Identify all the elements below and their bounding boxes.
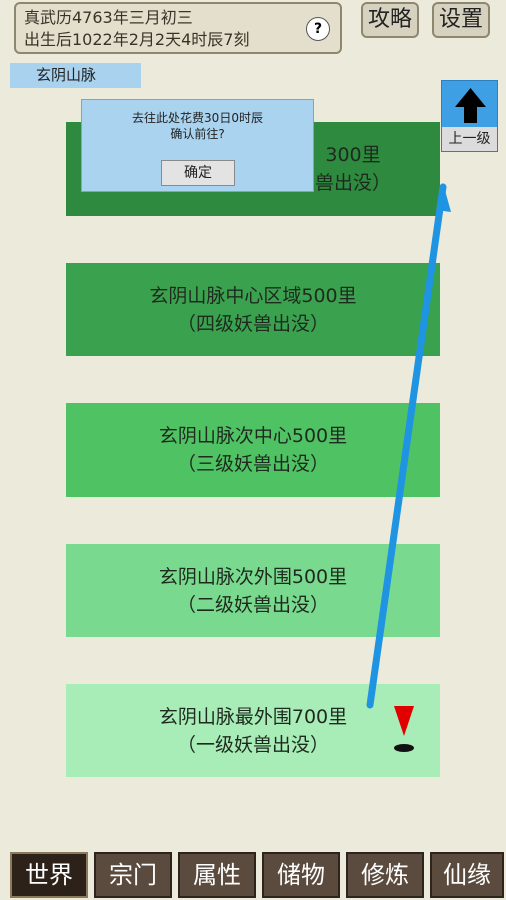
location-marker-icon: [394, 706, 414, 752]
travel-confirm-dialog: 去往此处花费30日0时辰 确认前往? 确定: [81, 99, 314, 192]
arrow-up-icon: [455, 88, 486, 123]
region-desc: （一级妖兽出没）: [176, 733, 329, 756]
confirm-button[interactable]: 确定: [161, 160, 235, 186]
nav-storage[interactable]: 储物: [262, 852, 340, 898]
region-card-center[interactable]: 玄阴山脉中心区域500里 （四级妖兽出没）: [66, 263, 440, 356]
region-card-outermost[interactable]: 玄阴山脉最外围700里 （一级妖兽出没）: [66, 684, 440, 777]
date-box: 真武历4763年三月初三 出生后1022年2月2天4时辰7刻: [14, 2, 342, 54]
nav-world[interactable]: 世界: [10, 852, 88, 898]
settings-button[interactable]: 设置: [432, 2, 490, 38]
region-card-subcenter[interactable]: 玄阴山脉次中心500里 （三级妖兽出没）: [66, 403, 440, 497]
up-level-label: 上一级: [442, 127, 497, 151]
strategy-button[interactable]: 攻略: [361, 2, 419, 38]
calendar-date: 真武历4763年三月初三: [24, 8, 193, 27]
region-name: 玄阴山脉次外围500里: [158, 565, 348, 588]
region-name: 玄阴山脉次中心500里: [158, 425, 348, 447]
dialog-question: 确认前往?: [170, 127, 225, 141]
region-card-suboutside[interactable]: 玄阴山脉次外围500里 （二级妖兽出没）: [66, 544, 440, 637]
region-desc: （四级妖兽出没）: [176, 312, 329, 335]
nav-cultivation[interactable]: 修炼: [346, 852, 424, 898]
location-label: 玄阴山脉: [10, 63, 141, 88]
region-desc: （二级妖兽出没）: [176, 593, 329, 616]
nav-attributes[interactable]: 属性: [178, 852, 256, 898]
nav-sect[interactable]: 宗门: [94, 852, 172, 898]
region-name: 玄阴山脉中心区域500里: [149, 284, 357, 307]
dialog-cost-text: 去往此处花费30日0时辰: [132, 111, 263, 125]
region-desc: （三级妖兽出没）: [176, 453, 329, 475]
age-text: 出生后1022年2月2天4时辰7刻: [24, 30, 250, 49]
region-name: 玄阴山脉最外围700里: [158, 705, 348, 728]
help-button[interactable]: ?: [306, 17, 330, 41]
nav-fortune[interactable]: 仙缘: [430, 852, 504, 898]
up-level-button[interactable]: 上一级: [441, 80, 498, 152]
